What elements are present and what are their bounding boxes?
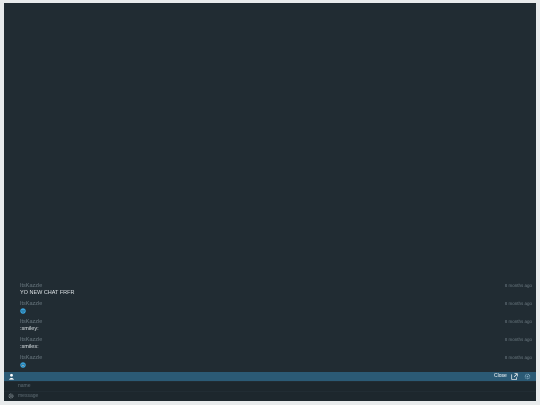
chat-message: ItsKazzle 8 months ago :smiley: <box>4 319 536 336</box>
message-timestamp: 8 months ago <box>504 355 532 360</box>
message-row <box>4 392 536 401</box>
popout-icon[interactable] <box>511 373 518 380</box>
chat-message: ItsKazzle 8 months ago :smiles: <box>4 337 536 354</box>
chat-window: ItsKazzle 8 months ago YO NEW CHAT FRFR … <box>4 3 536 401</box>
message-author[interactable]: ItsKazzle <box>20 301 42 307</box>
user-icon[interactable] <box>8 373 15 380</box>
message-timestamp: 8 months ago <box>504 319 532 324</box>
chat-toolbar: Close <box>4 372 536 381</box>
chat-message: ItsKazzle 8 months ago YO NEW CHAT FRFR <box>4 283 536 300</box>
name-input[interactable] <box>18 382 520 391</box>
message-text: :smiles: <box>20 344 39 350</box>
message-list: ItsKazzle 8 months ago YO NEW CHAT FRFR … <box>4 3 536 371</box>
message-author[interactable]: ItsKazzle <box>20 283 42 289</box>
message-author[interactable]: ItsKazzle <box>20 319 42 325</box>
message-timestamp: 8 months ago <box>504 283 532 288</box>
settings-icon[interactable] <box>524 373 531 380</box>
chat-message: ItsKazzle 8 months ago <box>4 355 536 372</box>
message-text: :smiley: <box>20 326 39 332</box>
close-button[interactable]: Close <box>494 373 507 380</box>
gear-icon[interactable] <box>8 393 14 399</box>
message-char-counter <box>531 392 532 401</box>
message-author[interactable]: ItsKazzle <box>20 337 42 343</box>
message-timestamp: 8 months ago <box>504 301 532 306</box>
message-timestamp: 8 months ago <box>504 337 532 342</box>
name-row <box>4 382 536 391</box>
name-char-counter <box>531 382 532 391</box>
grinning-emoji-icon <box>20 362 26 368</box>
message-input[interactable] <box>18 392 520 401</box>
chat-message: ItsKazzle 8 months ago <box>4 301 536 318</box>
message-text: YO NEW CHAT FRFR <box>20 290 75 296</box>
message-author[interactable]: ItsKazzle <box>20 355 42 361</box>
smiley-emoji-icon <box>20 308 26 314</box>
